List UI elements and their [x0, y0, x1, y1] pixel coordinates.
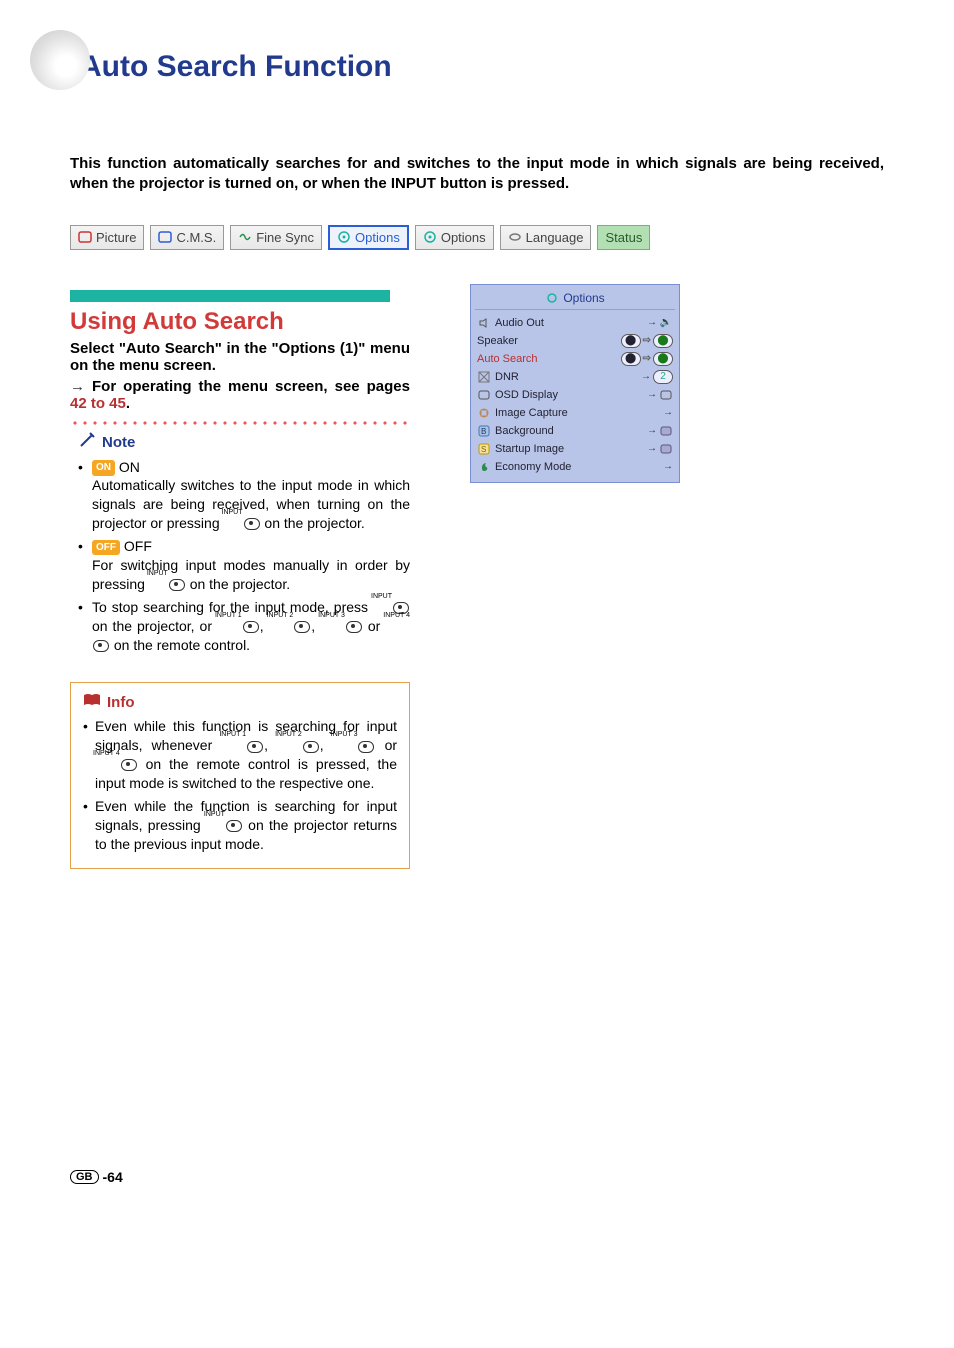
info-bullet-1: Even while this function is searching fo… — [83, 717, 397, 793]
input-button-icon — [226, 820, 242, 832]
options-panel-title: Options — [475, 291, 675, 310]
tab-picture[interactable]: Picture — [70, 225, 144, 250]
off-badge: OFF — [92, 540, 120, 556]
options-icon — [337, 230, 351, 244]
page-number: GB -64 — [70, 1169, 884, 1185]
tab-options2[interactable]: Options — [415, 225, 494, 250]
opt-background[interactable]: B Background → — [475, 422, 675, 440]
on-badge: ON — [92, 460, 115, 476]
input3-icon — [346, 621, 362, 633]
tab-label: Picture — [96, 230, 136, 245]
info-heading: Info — [83, 693, 397, 711]
tab-status[interactable]: Status — [597, 225, 650, 250]
input-button-icon — [169, 579, 185, 591]
toggle-icon: ⬤ — [621, 334, 641, 348]
tab-options1[interactable]: Options — [328, 225, 409, 250]
opt-dnr[interactable]: DNR →2 — [475, 368, 675, 386]
language-icon — [508, 230, 522, 244]
opt-auto-search[interactable]: Auto Search ⬤⇨⬤ — [475, 350, 675, 368]
tab-label: Fine Sync — [256, 230, 314, 245]
opt-image-capture[interactable]: Image Capture → — [475, 404, 675, 422]
toggle-on-icon: ⬤ — [653, 334, 673, 348]
svg-text:B: B — [481, 427, 486, 436]
menu-tabs: Picture C.M.S. Fine Sync Options Options — [70, 225, 884, 250]
input2-icon — [303, 741, 319, 753]
input-button-icon — [244, 518, 260, 530]
note-on: ON ON Automatically switches to the inpu… — [78, 458, 410, 534]
tab-label: Language — [526, 230, 584, 245]
cms-icon — [158, 230, 172, 244]
page-link[interactable]: 42 to 45 — [70, 395, 126, 412]
speaker-out-icon — [477, 316, 491, 330]
note-body: ON ON Automatically switches to the inpu… — [70, 458, 410, 655]
finesync-icon — [238, 230, 252, 244]
toggle-on-icon: ⬤ — [653, 352, 673, 366]
operate-instruction: → For operating the menu screen, see pag… — [70, 378, 410, 412]
tab-label: Status — [605, 230, 642, 245]
economy-icon — [477, 460, 491, 474]
pencil-icon — [78, 432, 96, 454]
svg-text:S: S — [481, 445, 486, 454]
select-instruction: Select "Auto Search" in the "Options (1)… — [70, 340, 410, 374]
background-icon: B — [477, 424, 491, 438]
dnr-icon — [477, 370, 491, 384]
tab-finesync[interactable]: Fine Sync — [230, 225, 322, 250]
startup-icon: S — [477, 442, 491, 456]
note-off: OFF OFF For switching input modes manual… — [78, 537, 410, 594]
input1-icon — [247, 741, 263, 753]
options-panel: Options Audio Out →🔈 Speaker ⬤⇨⬤ — [470, 284, 680, 483]
audio-value-icon: 🔈 — [659, 316, 673, 330]
tab-language[interactable]: Language — [500, 225, 592, 250]
opt-startup[interactable]: S Startup Image → — [475, 440, 675, 458]
opt-audio-out[interactable]: Audio Out →🔈 — [475, 314, 675, 332]
input3-icon — [358, 741, 374, 753]
input4-icon — [121, 759, 137, 771]
info-bullet-2: Even while the function is searching for… — [83, 797, 397, 854]
opt-osd[interactable]: OSD Display → — [475, 386, 675, 404]
page-title: Auto Search Function — [80, 50, 884, 84]
opt-speaker[interactable]: Speaker ⬤⇨⬤ — [475, 332, 675, 350]
osd-icon — [477, 388, 491, 402]
tab-label: Options — [355, 230, 400, 245]
section-heading: Using Auto Search — [70, 308, 410, 336]
arrow-icon: → — [70, 378, 92, 395]
intro-text: This function automatically searches for… — [70, 154, 884, 195]
tab-label: C.M.S. — [176, 230, 216, 245]
gb-badge: GB — [70, 1170, 99, 1184]
dotted-divider — [70, 420, 410, 426]
input4-icon — [93, 640, 109, 652]
picture-icon — [78, 230, 92, 244]
book-icon — [83, 693, 101, 711]
capture-icon — [477, 406, 491, 420]
tab-label: Options — [441, 230, 486, 245]
decorative-circle — [30, 30, 90, 90]
note-heading: Note — [78, 432, 410, 454]
startup-value-icon — [659, 442, 673, 456]
bg-value-icon — [659, 424, 673, 438]
input1-icon — [243, 621, 259, 633]
section-bar — [70, 290, 390, 302]
toggle-icon: ⬤ — [621, 352, 641, 366]
opt-economy[interactable]: Economy Mode → — [475, 458, 675, 476]
tab-cms[interactable]: C.M.S. — [150, 225, 224, 250]
osd-value-icon — [659, 388, 673, 402]
options-icon — [545, 291, 559, 305]
info-box: Info Even while this function is searchi… — [70, 682, 410, 868]
value-icon: 2 — [653, 370, 673, 384]
options-icon — [423, 230, 437, 244]
note-stop: To stop searching for the input mode, pr… — [78, 598, 410, 655]
input2-icon — [294, 621, 310, 633]
